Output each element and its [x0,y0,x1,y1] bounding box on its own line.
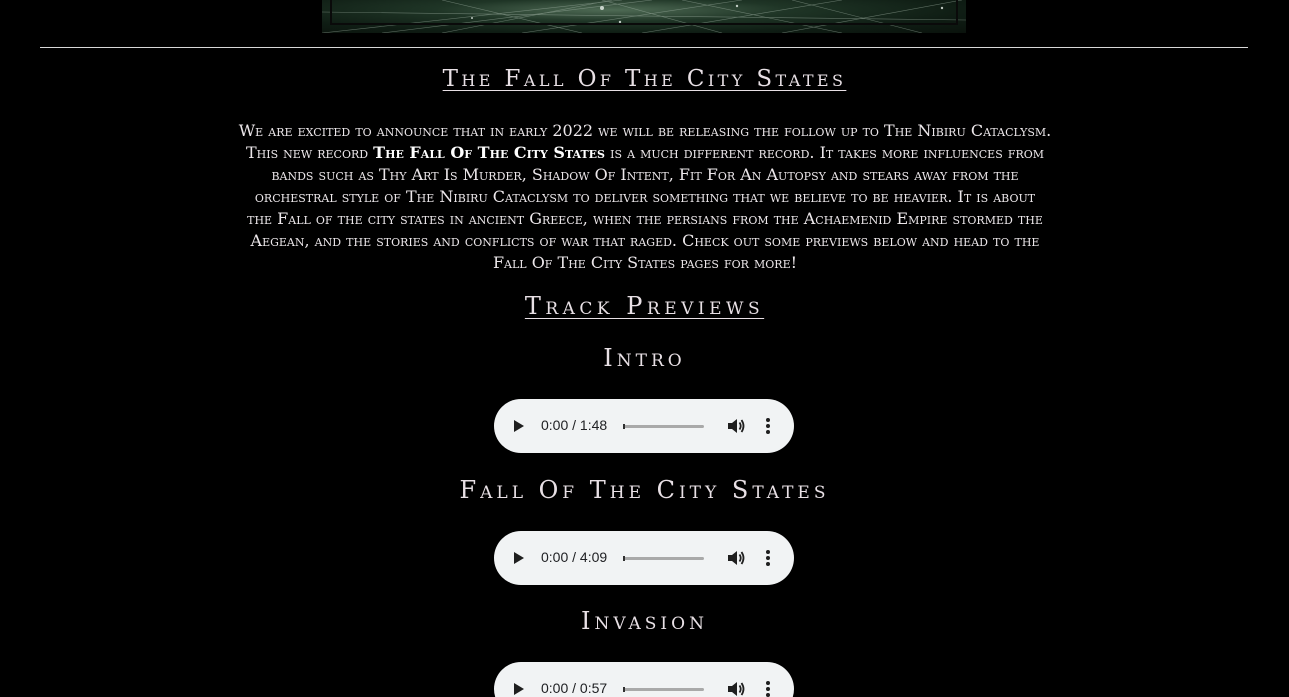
track-title: Intro [603,344,686,372]
audio-player[interactable]: 0:00 / 0:57 [494,662,794,697]
audio-player[interactable]: 0:00 / 1:48 [494,399,794,453]
intro-line: is a much different record. It takes mor… [605,143,1045,162]
intro-line: the Fall of the city states in ancient G… [247,209,1043,228]
time-display: 0:00 / 4:09 [541,549,608,565]
seek-knob[interactable] [623,424,625,429]
play-icon[interactable] [514,420,524,432]
intro-paragraph: We are excited to announce that in early… [125,120,1165,274]
more-options-icon[interactable] [764,418,772,434]
more-options-icon[interactable] [764,550,772,566]
track-title: Invasion [581,607,708,635]
time-display: 0:00 / 0:57 [541,680,608,696]
volume-icon[interactable] [726,417,746,435]
audio-player[interactable]: 0:00 / 4:09 [494,531,794,585]
seek-knob[interactable] [623,556,625,561]
album-name: The Fall Of The City States [373,143,606,162]
seek-knob[interactable] [623,687,625,692]
divider [40,47,1248,48]
intro-line: Aegean, and the stories and conflicts of… [250,231,1040,250]
intro-line: We are excited to announce that in early… [238,121,1052,140]
seek-bar[interactable] [623,424,704,429]
page: The Fall Of The City States We are excit… [0,0,1289,697]
time-display: 0:00 / 1:48 [541,417,608,433]
track-previews-heading: Track Previews [524,292,765,320]
intro-line: Fall Of The City States pages for more! [492,253,798,272]
intro-line: bands such as Thy Art Is Murder, Shadow … [271,165,1019,184]
intro-line: This new record [245,143,374,162]
volume-icon[interactable] [726,680,746,697]
volume-icon[interactable] [726,549,746,567]
intro-line: orchestral style of The Nibiru Cataclysm… [254,187,1036,206]
track-title: Fall Of The City States [459,476,830,504]
album-artwork-banner [322,0,966,33]
banner-frame [330,0,958,25]
seek-bar[interactable] [623,687,704,692]
play-icon[interactable] [514,683,524,695]
page-title: The Fall Of The City States [442,66,847,92]
more-options-icon[interactable] [764,681,772,697]
seek-bar[interactable] [623,556,704,561]
play-icon[interactable] [514,552,524,564]
